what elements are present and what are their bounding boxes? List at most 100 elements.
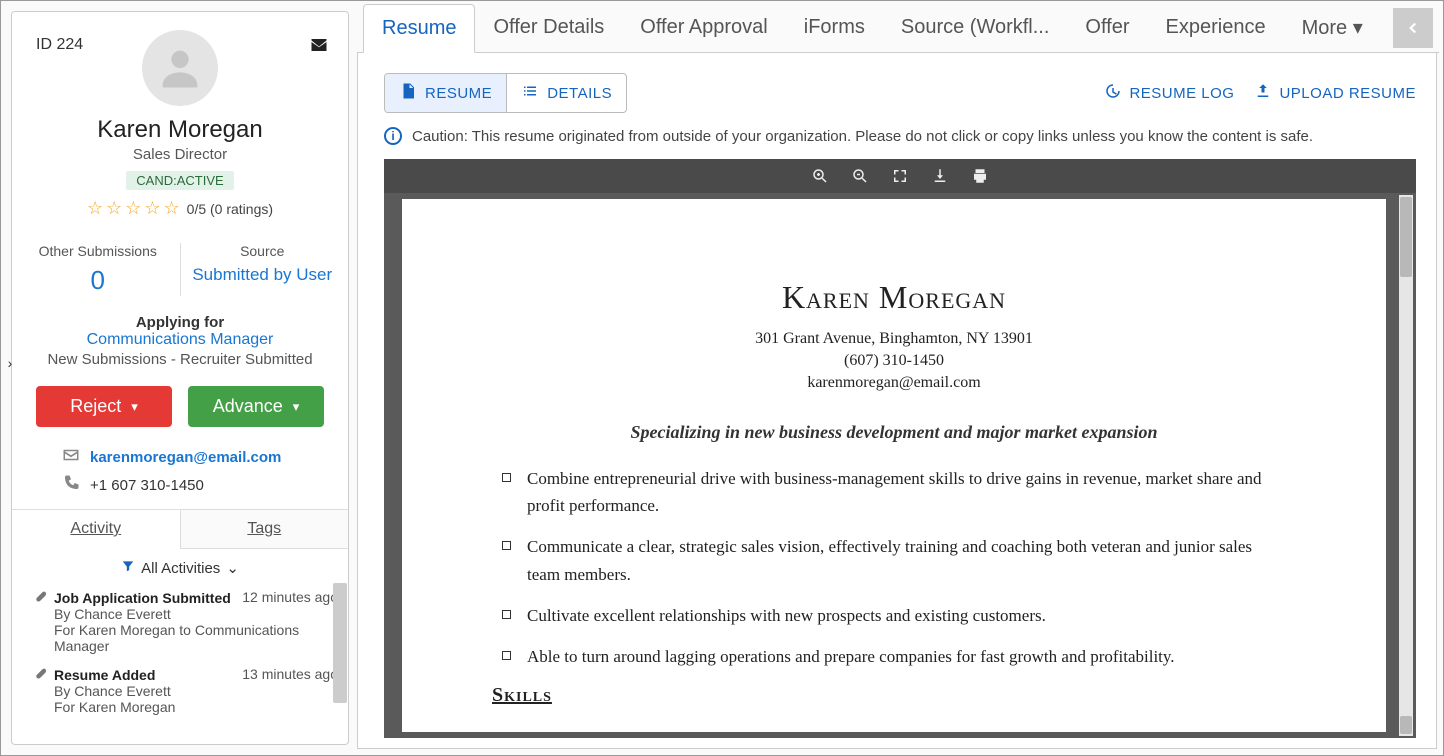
resume-skills-heading: Skills xyxy=(492,684,1296,707)
tab-offer[interactable]: Offer xyxy=(1067,4,1147,51)
subtab-resume[interactable]: RESUME xyxy=(385,74,506,112)
scroll-thumb[interactable] xyxy=(1400,197,1412,277)
star-icon: ☆ xyxy=(164,198,180,219)
activity-title: Job Application Submitted xyxy=(54,590,231,606)
viewer-body: Karen Moregan 301 Grant Avenue, Binghamt… xyxy=(384,193,1416,738)
activity-detail: For Karen Moregan to Communications Mana… xyxy=(54,622,338,654)
activity-detail: For Karen Moregan xyxy=(54,699,338,715)
candidate-id: ID 224 xyxy=(36,36,83,54)
attachment-icon xyxy=(34,666,48,683)
star-icon: ☆ xyxy=(144,198,160,219)
tab-offer-approval[interactable]: Offer Approval xyxy=(622,4,785,51)
resume-subtabs: RESUME DETAILS xyxy=(384,73,627,113)
tab-activity[interactable]: Activity xyxy=(12,510,181,549)
resume-bullet: Combine entrepreneurial drive with busin… xyxy=(527,465,1286,519)
bullet-icon xyxy=(502,473,511,482)
main-panel: Resume Offer Details Offer Approval iFor… xyxy=(357,3,1439,751)
tab-offer-details[interactable]: Offer Details xyxy=(475,4,622,51)
main-body: RESUME DETAILS RESUME LOG xyxy=(357,53,1437,749)
advance-label: Advance xyxy=(213,396,283,417)
star-icon: ☆ xyxy=(106,198,122,219)
upload-resume-label: UPLOAD RESUME xyxy=(1279,85,1416,102)
upload-icon xyxy=(1254,82,1272,104)
star-icon: ☆ xyxy=(125,198,141,219)
profile-section: ID 224 Karen Moregan Sales Director CAND… xyxy=(12,12,348,237)
document-icon xyxy=(399,82,417,104)
download-icon[interactable] xyxy=(931,167,949,185)
fullscreen-icon[interactable] xyxy=(891,167,909,185)
resume-bullets: Combine entrepreneurial drive with busin… xyxy=(492,465,1296,670)
resume-log-label: RESUME LOG xyxy=(1129,85,1234,102)
candidate-email[interactable]: karenmoregan@email.com xyxy=(90,449,281,466)
bullet-icon xyxy=(502,610,511,619)
reject-label: Reject xyxy=(70,396,121,417)
sidebar-tabs: Activity Tags xyxy=(12,509,348,549)
advance-button[interactable]: Advance ▾ xyxy=(188,386,324,427)
reject-button[interactable]: Reject ▾ xyxy=(36,386,172,427)
caution-banner: i Caution: This resume originated from o… xyxy=(384,127,1416,145)
candidate-title: Sales Director xyxy=(26,146,334,163)
applying-section: Applying for Communications Manager New … xyxy=(12,306,348,376)
email-icon xyxy=(62,446,80,468)
chevron-down-icon: ▾ xyxy=(131,399,138,415)
subtab-details[interactable]: DETAILS xyxy=(506,74,626,112)
subtab-resume-label: RESUME xyxy=(425,85,492,102)
sidebar-expand-handle[interactable]: › xyxy=(3,352,17,374)
resume-bullet: Cultivate excellent relationships with n… xyxy=(527,602,1046,629)
activity-list: Job Application Submitted 12 minutes ago… xyxy=(12,583,348,744)
tab-more[interactable]: More ▾ xyxy=(1284,3,1381,52)
tab-experience[interactable]: Experience xyxy=(1148,4,1284,51)
other-submissions-value[interactable]: 0 xyxy=(16,265,180,296)
activity-item: Job Application Submitted 12 minutes ago… xyxy=(30,583,342,660)
zoom-in-icon[interactable] xyxy=(811,167,829,185)
info-icon: i xyxy=(384,127,402,145)
activities-filter-label: All Activities xyxy=(141,560,220,577)
rating-text: 0/5 (0 ratings) xyxy=(187,201,273,217)
viewer-scrollbar[interactable] xyxy=(1399,195,1413,736)
other-submissions-label: Other Submissions xyxy=(16,243,180,259)
star-icon: ☆ xyxy=(87,198,103,219)
activity-item: Resume Added 13 minutes ago By Chance Ev… xyxy=(30,660,342,721)
print-icon[interactable] xyxy=(971,167,989,185)
resume-name: Karen Moregan xyxy=(492,279,1296,316)
status-badge: CAND:ACTIVE xyxy=(126,171,233,190)
submission-source-row: Other Submissions 0 Source Submitted by … xyxy=(12,237,348,306)
tab-iforms[interactable]: iForms xyxy=(786,4,883,51)
main-tabbar: Resume Offer Details Offer Approval iFor… xyxy=(357,3,1439,53)
activity-timestamp: 12 minutes ago xyxy=(242,589,338,605)
activities-filter[interactable]: All Activities ⌄ xyxy=(12,549,348,583)
viewer-toolbar xyxy=(384,159,1416,193)
resume-phone: (607) 310-1450 xyxy=(492,352,1296,370)
tab-source-workflow[interactable]: Source (Workfl... xyxy=(883,4,1068,51)
list-icon xyxy=(521,82,539,104)
resume-address: 301 Grant Avenue, Binghamton, NY 13901 xyxy=(492,330,1296,348)
applying-note: New Submissions - Recruiter Submitted xyxy=(22,351,338,368)
rating-stars[interactable]: ☆ ☆ ☆ ☆ ☆ 0/5 (0 ratings) xyxy=(26,198,334,219)
document-viewer: Karen Moregan 301 Grant Avenue, Binghamt… xyxy=(384,159,1416,738)
resume-tagline: Specializing in new business development… xyxy=(492,422,1296,443)
activity-by: By Chance Everett xyxy=(54,606,338,622)
upload-resume-button[interactable]: UPLOAD RESUME xyxy=(1254,82,1416,104)
scrollbar[interactable] xyxy=(333,583,347,703)
candidate-phone: +1 607 310-1450 xyxy=(90,477,204,494)
resume-email: karenmoregan@email.com xyxy=(492,374,1296,392)
source-label: Source xyxy=(181,243,345,259)
chevron-down-icon: ▾ xyxy=(293,399,300,415)
collapse-panel-button[interactable] xyxy=(1393,8,1433,48)
source-value[interactable]: Submitted by User xyxy=(181,265,345,285)
scroll-thumb[interactable] xyxy=(1400,716,1412,734)
tab-tags[interactable]: Tags xyxy=(181,510,349,549)
activity-timestamp: 13 minutes ago xyxy=(242,666,338,682)
resume-log-button[interactable]: RESUME LOG xyxy=(1104,82,1234,104)
caution-text: Caution: This resume originated from out… xyxy=(412,128,1313,145)
resume-document: Karen Moregan 301 Grant Avenue, Binghamt… xyxy=(402,199,1386,732)
mail-icon[interactable] xyxy=(310,36,328,59)
zoom-out-icon[interactable] xyxy=(851,167,869,185)
caret-down-icon: ▾ xyxy=(1347,17,1363,39)
activity-by: By Chance Everett xyxy=(54,683,338,699)
contact-section: karenmoregan@email.com +1 607 310-1450 xyxy=(12,437,348,509)
tab-resume[interactable]: Resume xyxy=(363,4,475,53)
applying-link[interactable]: Communications Manager xyxy=(22,331,338,349)
resume-bullet: Communicate a clear, strategic sales vis… xyxy=(527,533,1286,587)
candidate-sidebar: › ID 224 Karen Moregan Sales Director CA… xyxy=(11,11,349,745)
